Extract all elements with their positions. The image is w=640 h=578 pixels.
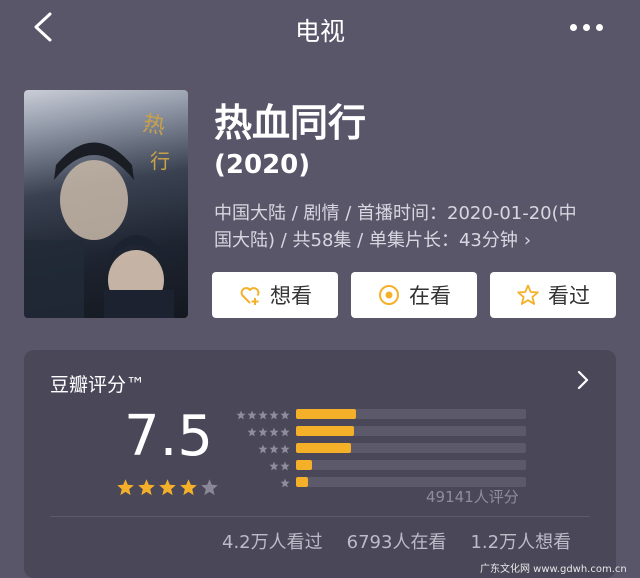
want-label: 想看	[270, 284, 312, 308]
mini-star-icon	[280, 461, 290, 471]
mini-star-icon	[258, 427, 268, 437]
more-dot	[570, 23, 577, 31]
mini-star-icon	[236, 410, 246, 420]
chevron-right-icon	[577, 370, 589, 390]
distribution-stars	[232, 478, 290, 488]
star-filled-icon	[180, 479, 197, 496]
star-outline-icon	[517, 284, 539, 305]
movie-year: (2020)	[214, 150, 311, 180]
watch-stats: 4.2万人看过 6793人在看 1.2万人想看	[222, 528, 571, 554]
mini-star-icon	[269, 461, 279, 471]
top-bar: 电视	[0, 0, 640, 56]
movie-title: 热血同行	[214, 101, 367, 145]
distribution-stars	[232, 410, 290, 420]
distribution-track	[296, 460, 526, 470]
movie-meta[interactable]: 中国大陆 / 剧情 / 首播时间：2020-01-20(中 国大陆) / 共58…	[214, 200, 614, 254]
meta-line: 国大陆) / 共58集 / 单集片长：43分钟	[214, 230, 518, 251]
distribution-bar	[296, 477, 308, 487]
distribution-track	[296, 426, 526, 436]
poster-artwork: 热 行	[24, 111, 174, 318]
poster-image[interactable]: 热 行	[24, 90, 188, 318]
distribution-track	[296, 443, 526, 453]
rating-label: 豆瓣评分™	[50, 374, 146, 396]
distribution-stars	[232, 427, 290, 437]
meta-line-wrap: 国大陆) / 共58集 / 单集片长：43分钟 ›	[214, 227, 614, 254]
mini-star-icon	[247, 427, 257, 437]
mini-star-icon	[280, 427, 290, 437]
distribution-bar	[296, 409, 356, 419]
page-title: 电视	[294, 17, 345, 46]
watched-button[interactable]: 看过	[490, 272, 616, 318]
star-empty-icon	[201, 479, 218, 496]
more-button[interactable]	[570, 20, 606, 34]
mini-star-icon	[269, 444, 279, 454]
star-filled-icon	[159, 479, 176, 496]
rating-card[interactable]: 豆瓣评分™ 7.5 49141人评分 4.2万人看过 6793人在看 1.2万人…	[24, 350, 616, 578]
mini-star-icon	[280, 444, 290, 454]
mini-star-icon	[280, 410, 290, 420]
distribution-bar	[296, 426, 354, 436]
mini-star-icon	[258, 410, 268, 420]
distribution-row	[232, 457, 532, 474]
distribution-bar	[296, 460, 313, 470]
mini-star-icon	[247, 410, 257, 420]
distribution-row	[232, 423, 532, 440]
chevron-right-icon: ›	[523, 230, 532, 251]
rating-stars	[116, 478, 219, 497]
distribution-row	[232, 406, 532, 423]
want-count: 1.2万人想看	[470, 532, 572, 553]
rating-distribution	[232, 406, 532, 491]
watching-label: 在看	[409, 284, 451, 308]
rating-score: 7.5	[124, 404, 214, 469]
distribution-bar	[296, 443, 352, 453]
more-dot	[596, 23, 603, 31]
distribution-stars	[232, 444, 290, 454]
divider	[50, 516, 590, 517]
star-filled-icon	[138, 479, 155, 496]
svg-text:行: 行	[150, 149, 170, 173]
star-filled-icon	[117, 479, 134, 496]
meta-line: 中国大陆 / 剧情 / 首播时间：2020-01-20(中	[214, 203, 577, 224]
eye-circle-icon	[379, 285, 399, 305]
rating-count: 49141人评分	[426, 488, 519, 506]
heart-plus-icon	[240, 287, 260, 305]
mini-star-icon	[280, 478, 290, 488]
distribution-track	[296, 409, 526, 419]
watching-button[interactable]: 在看	[351, 272, 477, 318]
watched-count: 4.2万人看过	[222, 532, 323, 553]
mini-star-icon	[269, 427, 279, 437]
watching-count: 6793人在看	[346, 532, 447, 553]
more-dot	[583, 23, 590, 31]
svg-text:热: 热	[141, 111, 167, 139]
distribution-stars	[232, 461, 290, 471]
watermark: 广东文化网 www.gdwh.com.cn	[480, 564, 627, 575]
mini-star-icon	[269, 410, 279, 420]
watched-label: 看过	[548, 284, 590, 308]
distribution-row	[232, 440, 532, 457]
mini-star-icon	[258, 444, 268, 454]
want-to-watch-button[interactable]: 想看	[212, 272, 338, 318]
